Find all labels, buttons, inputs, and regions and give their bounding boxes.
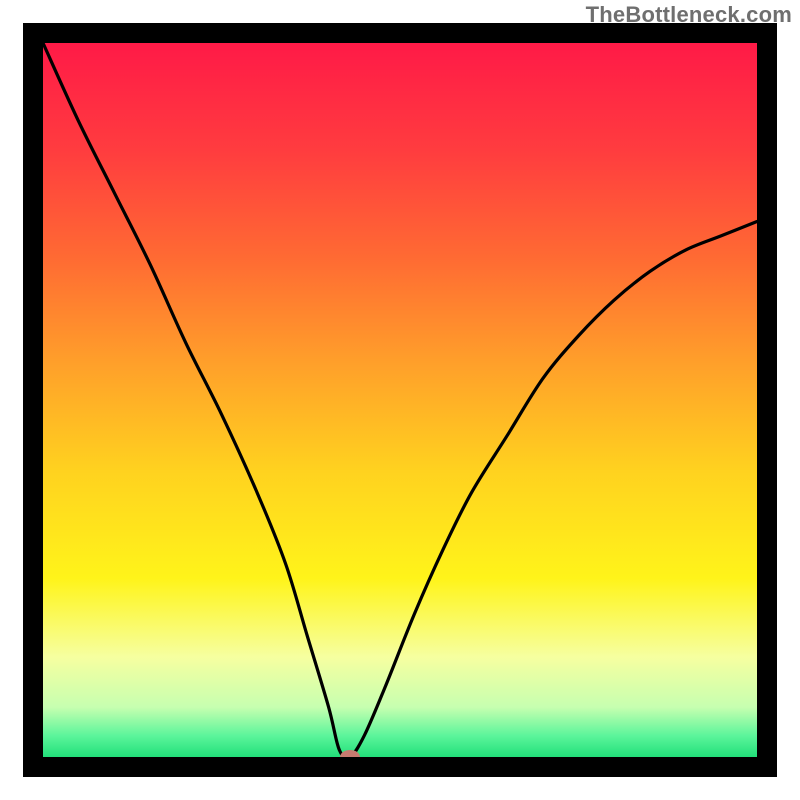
watermark-text: TheBottleneck.com (586, 2, 792, 28)
bottleneck-chart (0, 0, 800, 800)
chart-container: TheBottleneck.com (0, 0, 800, 800)
